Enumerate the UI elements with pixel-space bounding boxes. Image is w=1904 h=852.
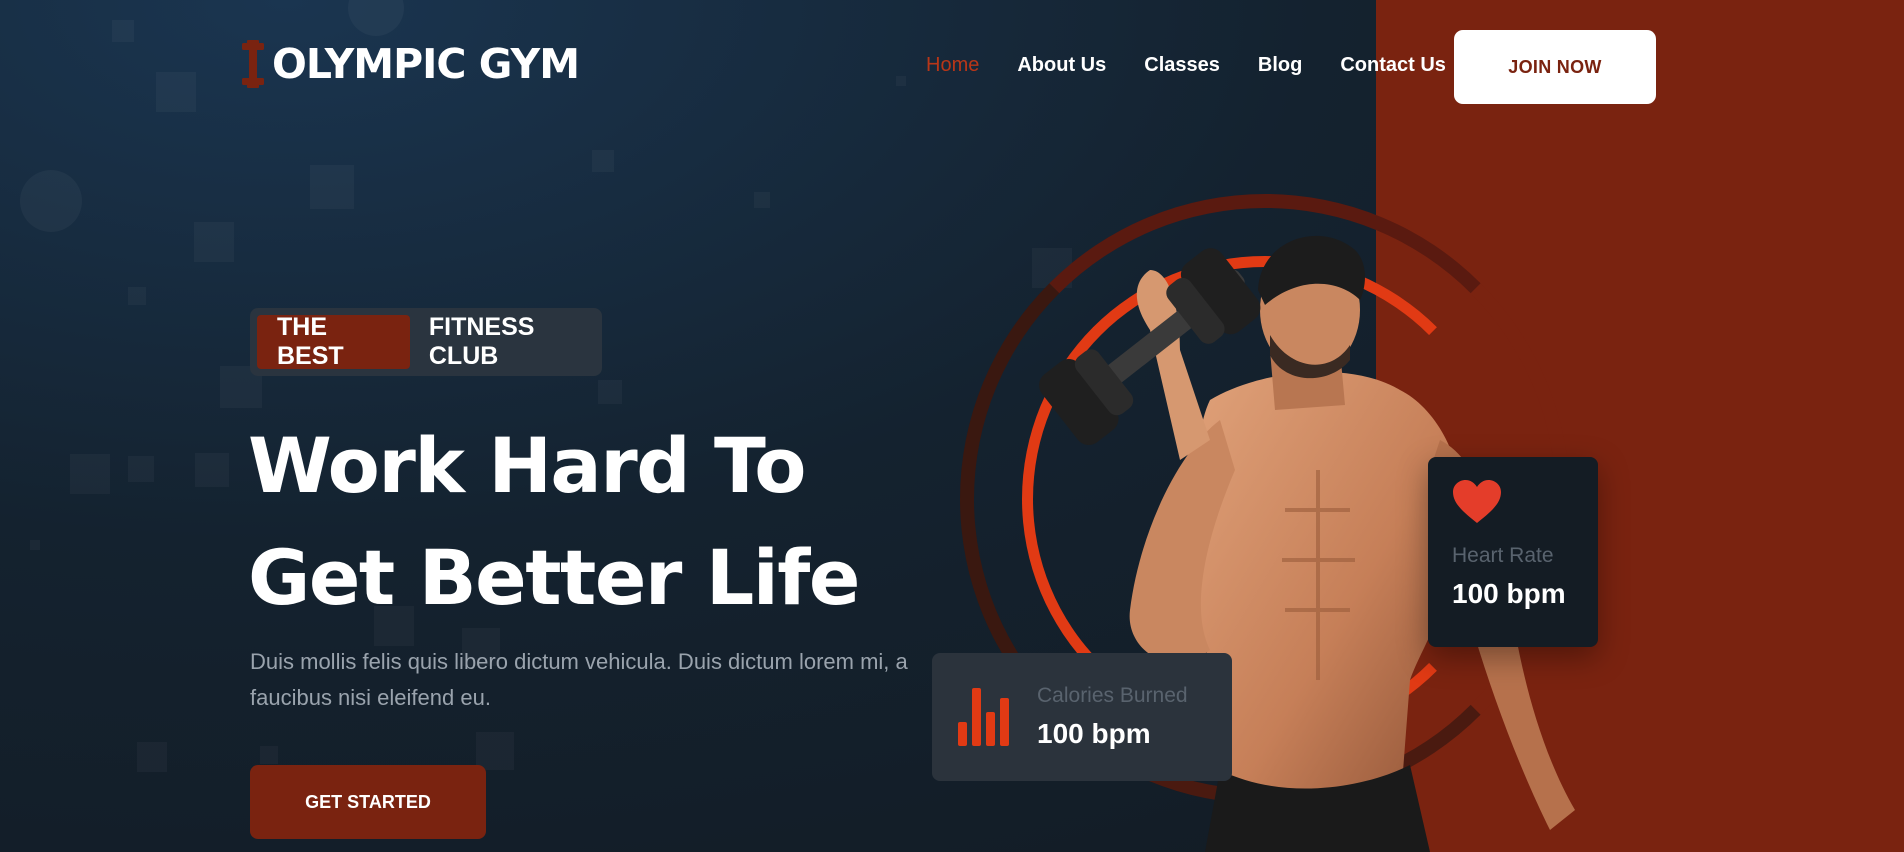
main-nav: Home About Us Classes Blog Contact Us <box>926 54 1446 77</box>
brand-name: OLYMPIC GYM <box>272 40 580 88</box>
hero-tagline: THE BEST FITNESS CLUB <box>250 308 602 376</box>
hero-title: Work Hard To Get Better Life <box>248 410 948 634</box>
nav-classes[interactable]: Classes <box>1144 54 1220 77</box>
bar-chart-icon <box>958 688 1009 746</box>
tagline-text: FITNESS CLUB <box>428 313 535 370</box>
hero-title-line-1: Work Hard To <box>248 421 807 510</box>
calories-card: Calories Burned 100 bpm <box>932 653 1232 781</box>
dumbbell-icon <box>238 40 268 88</box>
heart-rate-label: Heart Rate <box>1452 544 1554 567</box>
heart-rate-value: 100 bpm <box>1452 578 1566 609</box>
calories-label: Calories Burned <box>1037 684 1188 707</box>
heart-icon <box>1452 479 1574 530</box>
nav-about-us[interactable]: About Us <box>1017 54 1106 77</box>
logo[interactable]: OLYMPIC GYM <box>238 38 580 90</box>
heart-rate-card: Heart Rate 100 bpm <box>1428 457 1598 647</box>
nav-home[interactable]: Home <box>926 54 979 77</box>
nav-contact-us[interactable]: Contact Us <box>1340 54 1446 77</box>
tagline-badge: THE BEST <box>257 313 410 370</box>
hero-title-line-2: Get Better Life <box>248 533 860 622</box>
join-now-button[interactable]: JOIN NOW <box>1454 30 1656 104</box>
get-started-button[interactable]: GET STARTED <box>250 765 486 839</box>
background-circle <box>20 170 82 232</box>
hero-description: Duis mollis felis quis libero dictum veh… <box>250 649 908 710</box>
background-circle <box>348 0 404 36</box>
nav-blog[interactable]: Blog <box>1258 54 1302 77</box>
calories-value: 100 bpm <box>1037 718 1151 749</box>
